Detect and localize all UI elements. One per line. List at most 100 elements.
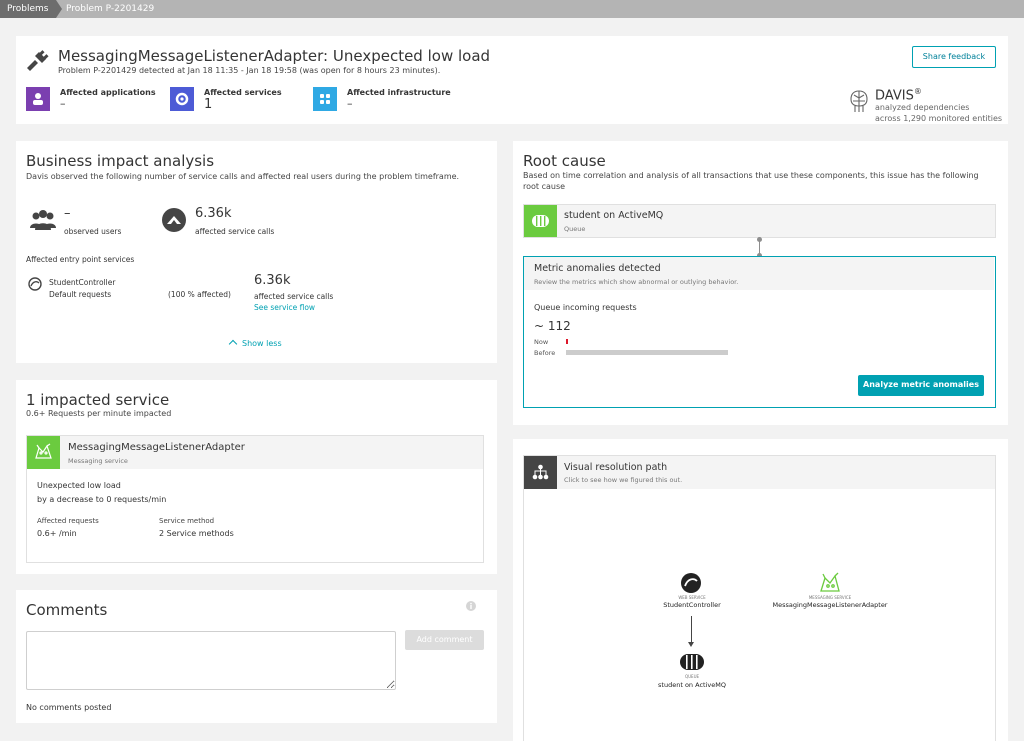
see-service-flow-link[interactable]: See service flow	[254, 303, 315, 312]
entry-affected-pct: (100 % affected)	[168, 290, 231, 299]
business-impact-desc: Davis observed the following number of s…	[26, 172, 460, 181]
before-label: Before	[534, 349, 556, 357]
now-bar-track	[566, 339, 728, 344]
messaging-service-node-icon	[820, 572, 840, 592]
service-method-value: 2 Service methods	[159, 529, 234, 538]
davis-label: DAVIS	[875, 88, 914, 104]
analyze-metric-anomalies-button[interactable]: Analyze metric anomalies	[858, 375, 984, 396]
connector-dot-top	[757, 237, 762, 242]
info-icon[interactable]	[466, 601, 476, 611]
affected-services-value[interactable]: 1	[204, 97, 212, 112]
root-cause-entity-type: Queue	[564, 225, 586, 233]
show-less-label: Show less	[242, 339, 282, 348]
web-service-icon	[28, 277, 42, 291]
problem-subtitle: Problem P-2201429 detected at Jan 18 11:…	[58, 66, 441, 75]
entry-point-heading: Affected entry point services	[26, 255, 135, 264]
comments-card: Comments Add comment No comments posted	[16, 590, 497, 723]
queue-node-type: QUEUE	[684, 674, 700, 679]
impacted-service-name[interactable]: MessagingMessageListenerAdapter	[68, 442, 245, 453]
anomalies-desc: Review the metrics which show abnormal o…	[534, 278, 739, 286]
affected-infrastructure-value[interactable]: –	[347, 97, 353, 110]
davis-brain-icon	[850, 90, 868, 112]
show-less-toggle[interactable]: Show less	[228, 339, 282, 349]
resolution-arrow	[691, 616, 692, 644]
resolution-path-card: Visual resolution path Click to see how …	[513, 439, 1008, 741]
root-cause-desc-1: Based on time correlation and analysis o…	[523, 171, 979, 180]
messaging-service-icon	[27, 436, 60, 469]
impacted-subtitle: 0.6+ Requests per minute impacted	[26, 409, 172, 418]
page-title: MessagingMessageListenerAdapter: Unexpec…	[58, 47, 491, 65]
root-cause-desc-2: root cause	[523, 182, 566, 191]
resolution-subtitle: Click to see how we figured this out.	[564, 476, 683, 484]
breadcrumb-current: Problem P-2201429	[66, 4, 155, 14]
no-comments-text: No comments posted	[26, 703, 112, 712]
users-icon	[30, 210, 56, 230]
davis-name: DAVIS®	[875, 87, 922, 103]
entry-service-sub: Default requests	[49, 290, 112, 299]
root-cause-entity-name[interactable]: student on ActiveMQ	[564, 210, 663, 221]
service-calls-label: affected service calls	[195, 227, 275, 236]
web-service-node-name: StudentController	[663, 601, 721, 609]
davis-line1: analyzed dependencies	[875, 103, 970, 112]
observed-users-label: observed users	[64, 227, 122, 236]
entry-service-name[interactable]: StudentController	[49, 278, 115, 287]
impacted-service-tile[interactable]: MessagingMessageListenerAdapter Messagin…	[26, 435, 484, 563]
resolution-arrowhead	[688, 642, 694, 647]
resolution-path-tile[interactable]: Visual resolution path Click to see how …	[523, 455, 996, 741]
impacted-service-type: Messaging service	[68, 457, 128, 465]
davis-line2: across 1,290 monitored entities	[875, 114, 1003, 123]
applications-icon	[26, 87, 50, 111]
share-feedback-button[interactable]: Share feedback	[912, 46, 996, 68]
business-impact-card: Business impact analysis Davis observed …	[16, 141, 497, 363]
before-bar	[566, 350, 728, 355]
affected-infrastructure-label: Affected infrastructure	[347, 88, 451, 97]
impacted-issue-line1: Unexpected low load	[37, 481, 121, 490]
entry-calls-value: 6.36k	[254, 273, 291, 288]
service-method-label: Service method	[159, 517, 215, 525]
queue-node-icon	[680, 654, 704, 670]
comments-title: Comments	[26, 601, 108, 619]
root-cause-entity[interactable]: student on ActiveMQ Queue	[523, 204, 996, 238]
queue-node-name: student on ActiveMQ	[658, 681, 726, 689]
messaging-service-node-name: MessagingMessageListenerAdapter	[772, 601, 888, 609]
root-cause-title: Root cause	[523, 152, 606, 170]
resolution-node-messaging-service[interactable]: MESSAGING SERVICE MessagingMessageListen…	[768, 572, 892, 612]
resolution-node-web-service[interactable]: WEB SERVICE StudentController	[652, 572, 732, 612]
now-bar	[566, 339, 568, 344]
now-label: Now	[534, 338, 549, 346]
hierarchy-icon	[524, 456, 557, 489]
resolution-title: Visual resolution path	[564, 462, 668, 473]
affected-applications-label: Affected applications	[60, 88, 156, 97]
impacted-title: 1 impacted service	[26, 391, 170, 409]
before-bar-track	[566, 350, 728, 355]
queue-icon	[524, 205, 557, 237]
add-comment-button[interactable]: Add comment	[405, 630, 484, 650]
service-calls-icon	[162, 208, 186, 232]
chevron-up-icon	[228, 339, 238, 349]
observed-users-value: –	[64, 206, 71, 221]
entry-calls-label: affected service calls	[254, 292, 334, 301]
resolution-node-queue[interactable]: QUEUE student on ActiveMQ	[652, 652, 732, 692]
affected-applications-value[interactable]: –	[60, 97, 66, 110]
infrastructure-icon	[313, 87, 337, 111]
anomalies-title: Metric anomalies detected	[534, 263, 661, 274]
services-icon	[170, 87, 194, 111]
business-impact-title: Business impact analysis	[26, 152, 215, 170]
impacted-service-card: 1 impacted service 0.6+ Requests per min…	[16, 380, 497, 574]
affected-requests-value: 0.6+ /min	[37, 529, 77, 538]
messaging-service-node-type: MESSAGING SERVICE	[808, 595, 852, 600]
metric-value: ~ 112	[534, 319, 571, 333]
affected-requests-label: Affected requests	[37, 517, 99, 525]
problem-header: MessagingMessageListenerAdapter: Unexpec…	[16, 36, 1008, 124]
breadcrumb: Problems Problem P-2201429	[0, 0, 1024, 18]
comment-textarea[interactable]	[26, 631, 396, 690]
impacted-issue-line2: by a decrease to 0 requests/min	[37, 495, 167, 504]
davis-registered-mark: ®	[913, 87, 922, 96]
service-calls-value: 6.36k	[195, 206, 232, 221]
metric-name: Queue incoming requests	[534, 303, 637, 312]
breadcrumb-problems[interactable]: Problems	[0, 0, 62, 18]
metric-anomalies-box: Metric anomalies detected Review the met…	[523, 256, 996, 408]
root-cause-card: Root cause Based on time correlation and…	[513, 141, 1008, 425]
plug-icon	[27, 50, 49, 71]
web-service-node-type: WEB SERVICE	[678, 595, 706, 600]
